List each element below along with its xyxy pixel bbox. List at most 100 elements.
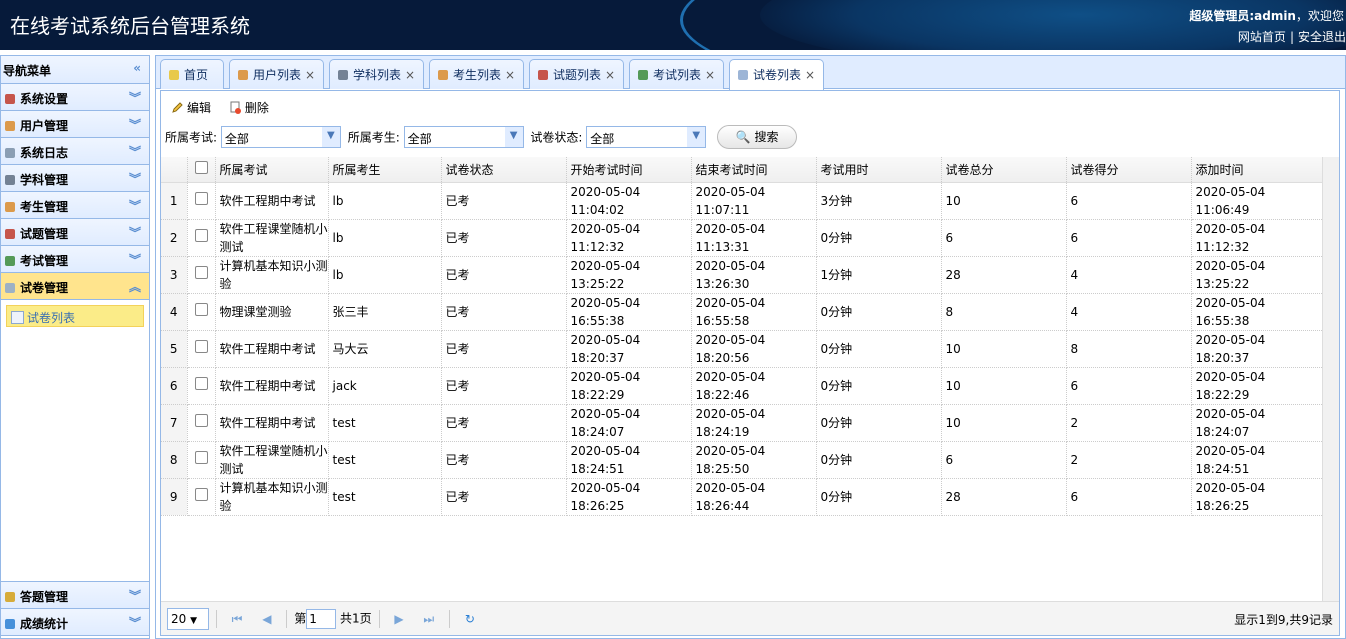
column-header[interactable]: 所属考生 (328, 157, 442, 183)
next-page-icon[interactable]: ▶ (394, 612, 403, 626)
student-cell: lb (328, 182, 442, 220)
sidebar-item-list[interactable]: 学科管理 ︾ (1, 165, 149, 192)
row-checkbox[interactable] (194, 228, 208, 242)
end-date: 2020-05-04 (695, 406, 766, 421)
last-page-icon[interactable]: ⏭ (423, 612, 434, 627)
headset-icon (3, 617, 18, 632)
row-checkbox[interactable] (194, 450, 208, 464)
student-filter-select[interactable]: 全部 ▼ (403, 126, 524, 148)
chevron-down-icon[interactable]: ︾ (129, 170, 141, 187)
prev-page-icon[interactable]: ◀ (262, 612, 271, 626)
tab-calendar[interactable]: 试题列表 × (529, 59, 624, 89)
row-checkbox[interactable] (194, 487, 208, 501)
chevron-down-icon[interactable]: ︾ (129, 197, 141, 214)
table-row[interactable]: 7 软件工程期中考试 test 已考 2020-05-04 18:24:07 2020-05… (161, 404, 1324, 442)
tab-bulb[interactable]: 首页 (160, 59, 224, 89)
column-header[interactable]: 试卷总分 (941, 157, 1067, 183)
sidebar-item-students[interactable]: 考生管理 ︾ (1, 192, 149, 219)
start-time: 18:24:51 (570, 461, 625, 476)
close-icon[interactable]: × (605, 68, 615, 82)
tab-chart[interactable]: 考试列表 × (629, 59, 724, 89)
row-checkbox-cell[interactable] (187, 367, 216, 405)
close-icon[interactable]: × (805, 68, 815, 82)
chevron-down-icon[interactable]: ▼ (321, 127, 340, 147)
sidebar-item-chart[interactable]: 考试管理 ︾ (1, 246, 149, 273)
tab-list[interactable]: 学科列表 × (329, 59, 424, 89)
row-checkbox[interactable] (194, 339, 208, 353)
delete-label: 删除 (244, 101, 269, 115)
table-row[interactable]: 3 计算机基本知识小测验 lb 已考 2020-05-04 13:25:22 2020-05… (161, 256, 1324, 294)
chevron-down-icon[interactable]: ▼ (687, 127, 706, 147)
row-checkbox-cell[interactable] (187, 478, 216, 516)
row-checkbox-cell[interactable] (187, 293, 216, 331)
close-icon[interactable]: × (505, 68, 515, 82)
refresh-icon[interactable]: ↻ (465, 612, 475, 626)
chevron-down-icon[interactable]: ▼ (504, 127, 523, 147)
page-size-select[interactable]: 20 ▼ (167, 608, 209, 630)
chevron-down-icon[interactable]: ︾ (129, 89, 141, 106)
close-icon[interactable]: × (305, 68, 315, 82)
table-row[interactable]: 1 软件工程期中考试 lb 已考 2020-05-04 11:04:02 2020-05-0… (161, 182, 1324, 220)
sidebar-item-tools[interactable]: 系统设置 ︾ (1, 84, 149, 111)
sidebar-item-headset[interactable]: 成绩统计 ︾ (1, 609, 149, 636)
tab-students[interactable]: 考生列表 × (429, 59, 524, 89)
select-all-checkbox[interactable] (194, 161, 208, 175)
sidebar-item-users[interactable]: 用户管理 ︾ (1, 111, 149, 138)
chevron-down-icon[interactable]: ︾ (129, 251, 141, 268)
select-all-checkbox-cell[interactable] (187, 157, 216, 183)
row-checkbox[interactable] (194, 302, 208, 316)
sidebar-item-label: 试题管理 (20, 227, 69, 241)
status-filter-select[interactable]: 全部 ▼ (586, 126, 707, 148)
site-home-link[interactable]: 网站首页 (1238, 30, 1286, 44)
first-page-icon[interactable]: ⏮ (232, 612, 243, 627)
chevron-down-icon[interactable]: ︾ (129, 587, 141, 604)
start-time: 18:22:29 (570, 387, 625, 402)
chevron-down-icon[interactable]: ︾ (129, 614, 141, 631)
row-checkbox-cell[interactable] (187, 441, 216, 479)
sidebar-item-pencil[interactable]: 答题管理 ︾ (1, 582, 149, 609)
column-header[interactable]: 添加时间 (1191, 157, 1324, 183)
row-checkbox[interactable] (194, 191, 208, 205)
sidebar-subitem-paper-list[interactable]: 试卷列表 (6, 305, 144, 327)
close-icon[interactable]: × (705, 68, 715, 82)
column-header[interactable]: 结束考试时间 (691, 157, 817, 183)
table-row[interactable]: 4 物理课堂测验 张三丰 已考 2020-05-04 16:55:38 2020-05-04… (161, 293, 1324, 331)
table-row[interactable]: 2 软件工程课堂随机小测试 lb 已考 2020-05-04 11:12:32 2020-0… (161, 219, 1324, 257)
row-checkbox-cell[interactable] (187, 330, 216, 368)
column-header[interactable]: 开始考试时间 (566, 157, 692, 183)
row-checkbox-cell[interactable] (187, 256, 216, 294)
row-checkbox[interactable] (194, 413, 208, 427)
row-checkbox-cell[interactable] (187, 404, 216, 442)
vertical-scrollbar[interactable] (1322, 157, 1339, 601)
column-header[interactable]: 所属考试 (215, 157, 329, 183)
row-checkbox[interactable] (194, 265, 208, 279)
chevron-down-icon[interactable]: ︾ (129, 143, 141, 160)
page-number-input[interactable]: 1 (306, 609, 337, 629)
column-header[interactable]: 试卷状态 (441, 157, 567, 183)
chevron-down-icon[interactable]: ︾ (129, 224, 141, 241)
delete-button[interactable]: 删除 (229, 101, 269, 115)
row-checkbox-cell[interactable] (187, 182, 216, 220)
row-checkbox[interactable] (194, 376, 208, 390)
sidebar-item-calendar[interactable]: 试题管理 ︾ (1, 219, 149, 246)
sidebar-item-paper[interactable]: 试卷管理 ︽ (1, 273, 149, 300)
tab-paper[interactable]: 试卷列表 × (729, 59, 824, 90)
close-icon[interactable]: × (405, 68, 415, 82)
table-row[interactable]: 6 软件工程期中考试 jack 已考 2020-05-04 18:22:29 2020-05… (161, 367, 1324, 405)
exam-filter-select[interactable]: 全部 ▼ (220, 126, 341, 148)
row-checkbox-cell[interactable] (187, 219, 216, 257)
table-row[interactable]: 5 软件工程期中考试 马大云 已考 2020-05-04 18:20:37 2020-05-… (161, 330, 1324, 368)
chevron-up-icon[interactable]: ︽ (129, 278, 141, 295)
table-row[interactable]: 9 计算机基本知识小测验 test 已考 2020-05-04 18:26:25 2020-… (161, 478, 1324, 516)
search-button[interactable]: 🔍 搜索 (717, 125, 798, 149)
sidebar-item-log[interactable]: 系统日志 ︾ (1, 138, 149, 165)
column-header[interactable]: 考试用时 (816, 157, 942, 183)
edit-button[interactable]: 编辑 (171, 101, 211, 115)
table-row[interactable]: 8 软件工程课堂随机小测试 test 已考 2020-05-04 18:24:51 2020… (161, 441, 1324, 479)
column-header[interactable]: 试卷得分 (1066, 157, 1192, 183)
chevron-down-icon[interactable]: ︾ (129, 116, 141, 133)
collapse-sidebar-icon[interactable]: « (133, 61, 141, 75)
end-time-cell: 2020-05-04 16:55:58 (691, 293, 817, 331)
logout-link[interactable]: 安全退出 (1298, 30, 1346, 44)
tab-users[interactable]: 用户列表 × (229, 59, 324, 89)
